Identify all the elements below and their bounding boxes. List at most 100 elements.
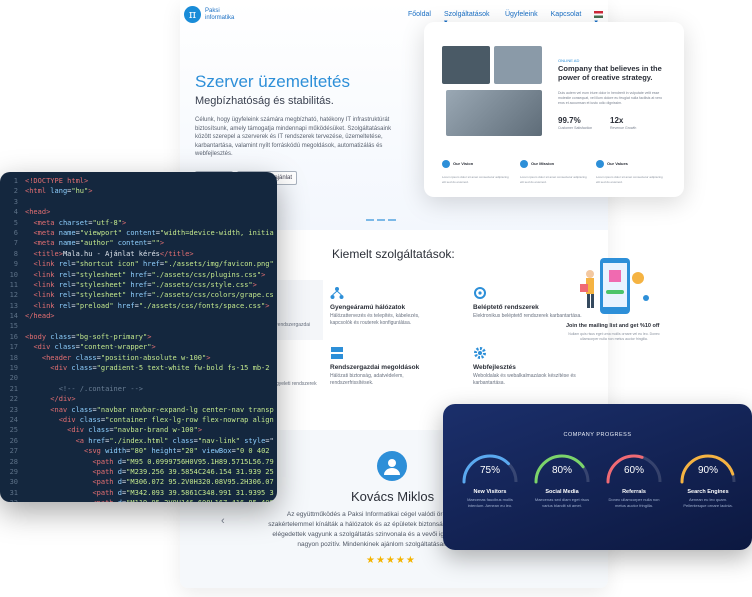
- code-token: "content-wrapper": [79, 343, 152, 352]
- gauge-label: Search Engines: [687, 489, 729, 495]
- stat-value: 99.7%: [558, 116, 581, 125]
- code-token: "": [151, 239, 160, 248]
- code-token: >: [147, 332, 152, 341]
- feature-title: Rendszergazdai megoldások: [330, 364, 420, 371]
- code-line: 28 <path d = "M95 0.0999756H0V95.1H89.5715…: [0, 457, 277, 467]
- stat-label: Revenue Growth: [610, 126, 637, 130]
- code-token: <!DOCTYPE html>: [25, 177, 89, 185]
- code-line: 22 </div>: [0, 394, 277, 404]
- code-token: <!-- /.container -->: [58, 384, 144, 393]
- code-line: 31 <path d = "M342.093 39.5861C348.991 31.…: [0, 488, 277, 498]
- chevron-left-icon[interactable]: ‹: [221, 515, 225, 527]
- gauge-label: Referrals: [622, 489, 646, 495]
- code-line: 26 <a href = "./index.html" class = "nav-lin…: [0, 436, 277, 446]
- code-token: class: [71, 405, 93, 414]
- code-token: width: [105, 447, 127, 456]
- card-title: Company that believes in the power of cr…: [558, 64, 662, 82]
- carousel-dots[interactable]: [366, 219, 396, 221]
- line-number: 14: [9, 312, 18, 321]
- line-number: 4: [13, 208, 18, 217]
- code-token: "M306.072 95.2V0H320.08V95.2H306.07: [126, 478, 274, 487]
- line-number: 27: [9, 447, 18, 456]
- code-token: name: [58, 239, 76, 248]
- line-number: 19: [9, 364, 18, 373]
- features-title: Kiemelt szolgáltatások:: [332, 247, 455, 261]
- code-token: <meta: [33, 239, 59, 248]
- code-token: class: [79, 415, 101, 424]
- feature-network[interactable]: Gyengeáramú hálózatok Hálózattervezés és…: [330, 286, 440, 327]
- code-token: href: [126, 291, 148, 300]
- code-token: style: [240, 436, 266, 445]
- server-icon: [330, 346, 344, 360]
- code-token: <meta: [33, 228, 59, 237]
- code-token: content: [113, 239, 148, 248]
- company-progress-card: COMPANY PROGRESS 75% New Visitors Maecenas…: [443, 404, 752, 550]
- code-token: "utf-8": [92, 218, 122, 227]
- progress-title: COMPANY PROGRESS: [563, 432, 632, 438]
- code-token: "stylesheet": [75, 280, 127, 289]
- code-token: <path: [92, 488, 118, 497]
- feature-highlight-panel: [273, 280, 323, 340]
- code-line: 15: [0, 321, 277, 331]
- hero-text: Célunk, hogy ügyfeleink számára megbízha…: [195, 117, 392, 157]
- mission-icon: [520, 159, 528, 168]
- gauge-text: Donec ullamcorper nulla non metus auctor…: [608, 497, 660, 508]
- code-token: >: [265, 301, 270, 310]
- feature-webdev[interactable]: Webfejlesztés Weboldalak és webalkalmazá…: [473, 346, 583, 387]
- mailing-text: Nullam quis risus eget urna mollis ornar…: [568, 332, 660, 341]
- line-number: 12: [9, 291, 18, 300]
- code-token: >: [121, 218, 127, 227]
- progress-gauge: 90% Search Engines Aenean eu leo quam. Pel…: [677, 451, 747, 508]
- gauge-value: 60%: [623, 465, 644, 476]
- feature-sysadmin[interactable]: Rendszergazdai megoldások Hálózati bizto…: [330, 346, 440, 387]
- code-token: class: [54, 343, 76, 352]
- line-number: 11: [9, 280, 18, 289]
- values-icon: [596, 159, 604, 168]
- gauge-text: Maecenas sed diam eget risus varius blan…: [534, 497, 590, 508]
- line-number: 30: [9, 478, 18, 487]
- line-number: 6: [13, 228, 18, 237]
- code-token: "./assets/css/style.css": [151, 280, 253, 289]
- line-number: 5: [13, 218, 18, 227]
- rating-stars: ★★★★★: [366, 555, 416, 566]
- code-token: <html: [25, 187, 51, 196]
- feature-fragment: gyeleti rendszerek: [276, 381, 317, 387]
- hero-title: Szerver üzemeltetés: [195, 72, 350, 91]
- line-number: 23: [9, 405, 18, 414]
- code-token: <path: [92, 498, 117, 502]
- site-logo[interactable]: π Paksi informatika: [184, 6, 239, 23]
- code-line: 1 <!DOCTYPE html>: [0, 176, 277, 186]
- code-token: rel: [58, 301, 72, 310]
- access-control-icon: [473, 286, 487, 300]
- code-token: </title>: [159, 249, 194, 258]
- code-token: "M342.093 39.5861C348.991 31.9395 3: [126, 488, 274, 497]
- code-token: "M119 95.2V0H146.608L167.416 85.408: [126, 498, 274, 502]
- gauge-value: 75%: [479, 465, 500, 476]
- code-line: 4 <head>: [0, 207, 277, 217]
- code-token: <link: [33, 280, 59, 289]
- code-token: <link: [33, 301, 59, 310]
- code-token: "navbar-brand w-100": [113, 426, 198, 435]
- code-token: >: [151, 343, 156, 352]
- code-token: <path: [92, 457, 118, 466]
- progress-gauge: 80% Social Media Maecenas sed diam eget ri…: [531, 451, 601, 508]
- code-token: "navbar navbar-expand-lg center-nav tran…: [96, 405, 274, 414]
- code-token: <svg: [84, 447, 106, 456]
- line-number: 10: [9, 270, 18, 279]
- code-token: rel: [58, 270, 72, 279]
- code-line: 2 <html lang = "hu" >: [0, 186, 277, 196]
- code-line: 7 <meta name = "author" content = "" >: [0, 238, 277, 248]
- code-token: </head>: [25, 312, 55, 321]
- code-line: 19 <div class = "gradient-5 text-white fw-…: [0, 363, 277, 373]
- code-token: "container flex-lg-row flex-nowrap align: [105, 415, 274, 424]
- code-token: <div: [58, 415, 80, 424]
- code-line: 6 <meta name = "viewport" content = "width=d…: [0, 228, 277, 238]
